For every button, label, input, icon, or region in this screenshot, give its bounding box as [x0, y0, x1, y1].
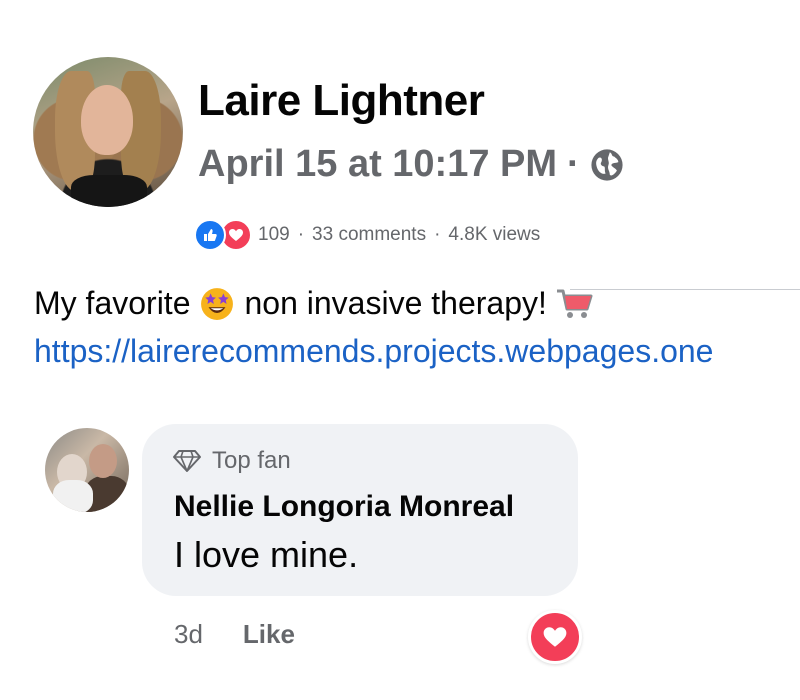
divider	[570, 289, 800, 290]
comment-count-link[interactable]: 33 comments	[312, 224, 426, 246]
shopping-cart-icon	[556, 289, 593, 318]
like-reaction-icon	[194, 219, 226, 251]
post-text-start: My favorite	[34, 285, 191, 321]
comment-actions: 3d Like	[174, 619, 295, 650]
comment-like-button[interactable]: Like	[243, 619, 295, 650]
comment-time[interactable]: 3d	[174, 619, 203, 650]
author-avatar[interactable]	[33, 57, 183, 207]
post-author-name[interactable]: Laire Lightner	[198, 76, 485, 126]
meta-separator: ·	[567, 143, 580, 185]
view-count: 4.8K views	[448, 224, 541, 245]
reaction-separator: ·	[297, 224, 305, 245]
globe-icon	[591, 148, 623, 181]
commenter-avatar[interactable]	[45, 428, 129, 512]
star-struck-emoji-icon	[201, 287, 234, 320]
post-body: My favorite non invasive therapy!	[34, 285, 593, 322]
top-fan-badge: Top fan	[172, 447, 291, 475]
reaction-separator: ·	[434, 224, 441, 245]
post-timestamp[interactable]: April 15 at 10:17 PM	[198, 143, 557, 186]
comment-love-reaction-icon[interactable]	[528, 610, 582, 664]
post-link[interactable]: https://lairerecommends.projects.webpage…	[34, 333, 713, 370]
facebook-post: Laire Lightner April 15 at 10:17 PM · 10…	[0, 0, 800, 700]
reaction-count: 109	[258, 224, 290, 245]
comment-text: I love mine.	[174, 534, 359, 575]
top-fan-label: Top fan	[212, 447, 291, 474]
diamond-icon	[173, 450, 201, 472]
post-meta: April 15 at 10:17 PM ·	[198, 143, 624, 186]
post-text-end: non invasive therapy!	[244, 285, 547, 321]
reaction-summary[interactable]: 109 · 33 comments · 4.8K views	[194, 219, 540, 251]
commenter-name[interactable]: Nellie Longoria Monreal	[174, 490, 514, 524]
